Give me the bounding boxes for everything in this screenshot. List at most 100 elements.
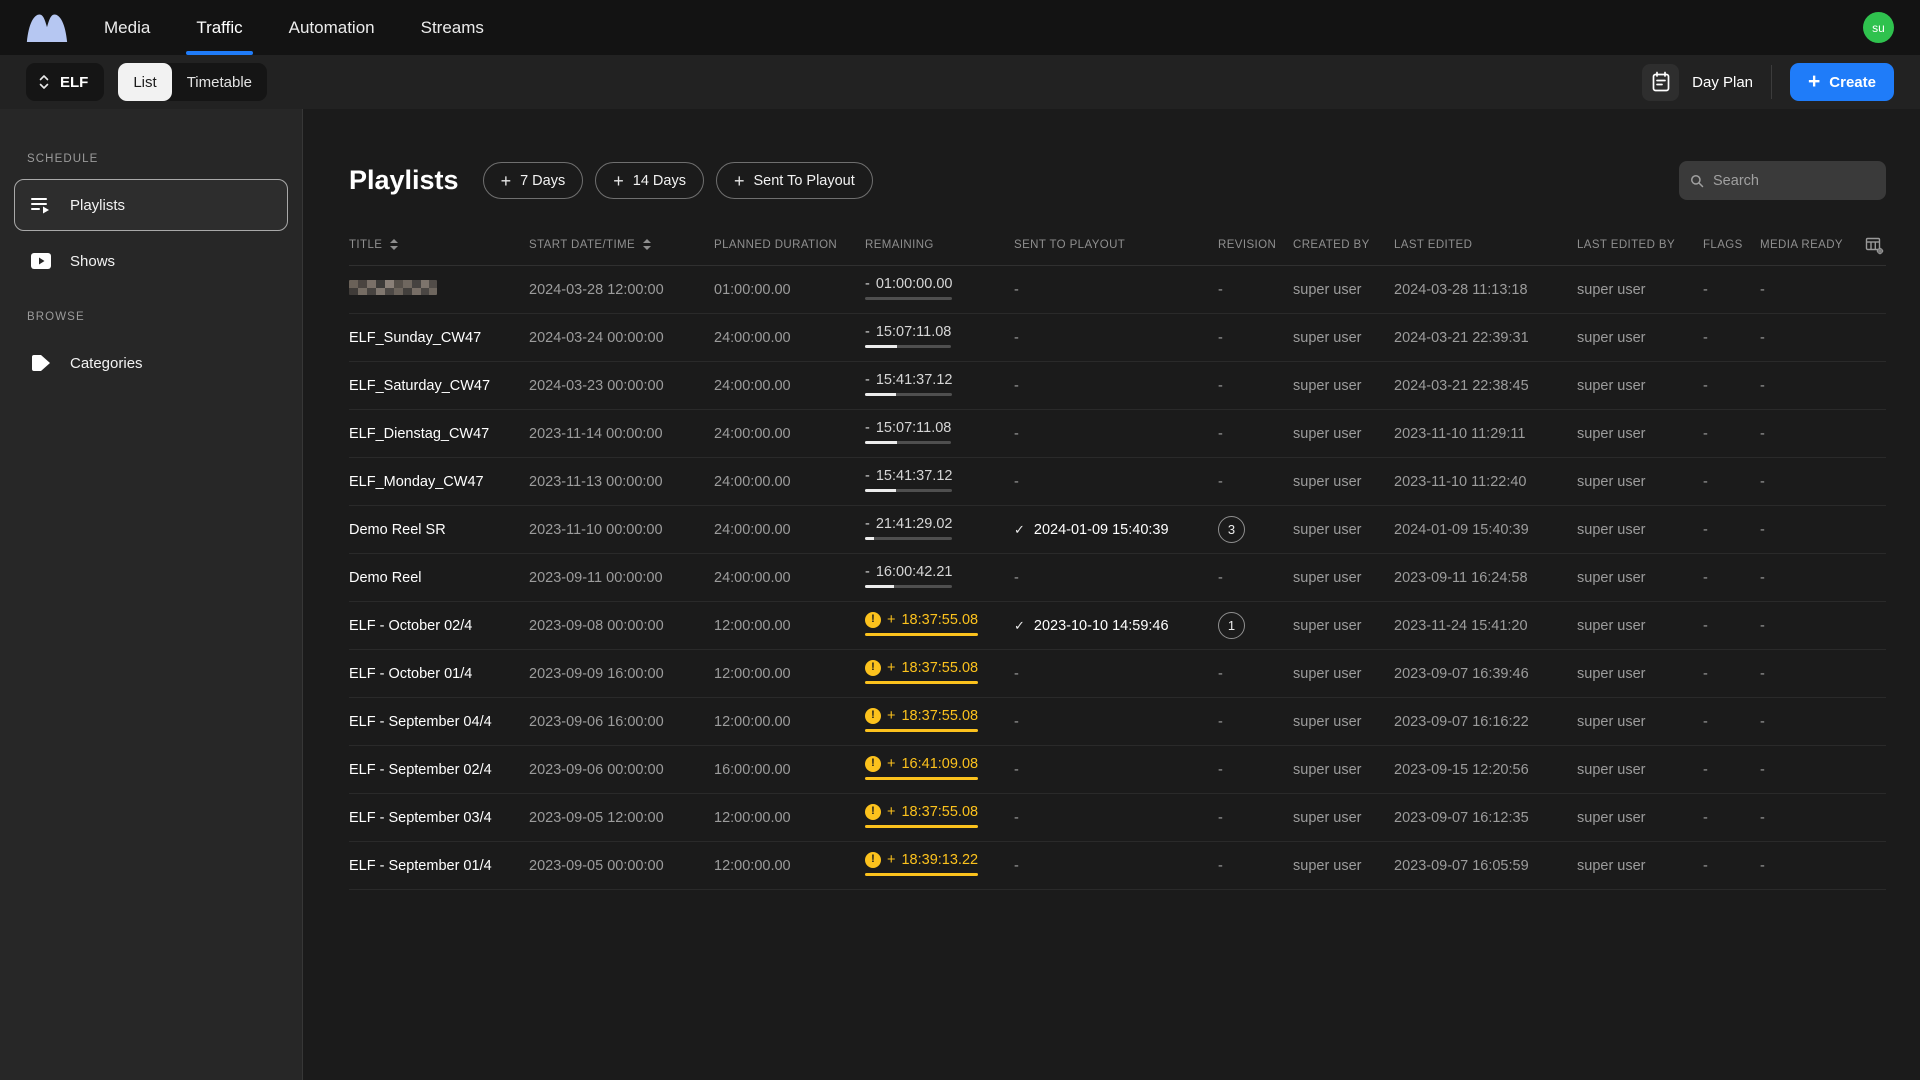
nav-tab-traffic[interactable]: Traffic (186, 0, 253, 55)
channel-selector[interactable]: ELF (26, 63, 105, 101)
table-row[interactable]: Demo Reel SR 2023-11-10 00:00:00 24:00:0… (349, 506, 1886, 554)
column-header[interactable]: TITLE (349, 239, 529, 251)
cell-revision: - (1218, 665, 1223, 682)
cell-title: ELF - October 02/4 (349, 617, 473, 634)
warning-icon: ! (865, 611, 881, 628)
playlists-table: TITLE START DATE/TIME PLANNED DURATION REMA… (349, 224, 1886, 890)
cell-sent-to-playout: ✓ - (1014, 761, 1019, 778)
column-settings-icon[interactable] (1865, 236, 1884, 255)
cell-created-by: super user (1293, 857, 1362, 874)
cell-last-edited-by: super user (1577, 569, 1646, 586)
table-row[interactable]: ELF_Saturday_CW47 2024-03-23 00:00:00 24… (349, 362, 1886, 410)
cell-title: ELF_Saturday_CW47 (349, 377, 491, 394)
add-7-days-button[interactable]: + 7 Days (482, 162, 584, 199)
cell-flags: - (1703, 665, 1708, 682)
table-row[interactable]: ELF_Monday_CW47 2023-11-13 00:00:00 24:0… (349, 458, 1886, 506)
day-plan-button[interactable]: Day Plan (1642, 63, 1753, 101)
cell-planned-duration: 16:00:00.00 (714, 761, 791, 778)
cell-created-by: super user (1293, 473, 1362, 490)
search-box[interactable] (1679, 161, 1886, 200)
playlists-icon (30, 195, 52, 215)
table-row[interactable]: ELF - October 02/4 2023-09-08 00:00:00 1… (349, 602, 1886, 650)
column-header: CREATED BY (1293, 238, 1370, 251)
cell-flags: - (1703, 473, 1708, 490)
remaining-progress-bar (865, 680, 979, 684)
create-button-label: Create (1829, 73, 1876, 91)
sub-toolbar: ELF List Timetable Day Plan + Create (0, 55, 1920, 109)
plus-icon: + (1808, 69, 1821, 93)
cell-remaining: ! +18:37:55.08 (865, 803, 1014, 832)
cell-flags: - (1703, 425, 1708, 442)
table-row[interactable]: 2024-03-28 12:00:00 01:00:00.00 ! -01:00… (349, 266, 1886, 314)
cell-planned-duration: 12:00:00.00 (714, 617, 791, 634)
cell-last-edited-by: super user (1577, 521, 1646, 538)
column-header[interactable]: START DATE/TIME (529, 239, 714, 251)
app-logo-icon[interactable] (26, 12, 68, 44)
cell-title: ELF - September 04/4 (349, 713, 492, 730)
nav-tab-automation[interactable]: Automation (289, 0, 375, 55)
table-row[interactable]: ELF_Sunday_CW47 2024-03-24 00:00:00 24:0… (349, 314, 1886, 362)
create-button[interactable]: + Create (1790, 63, 1894, 101)
remaining-progress-bar (865, 728, 979, 732)
cell-media-ready: - (1760, 617, 1765, 634)
table-body: 2024-03-28 12:00:00 01:00:00.00 ! -01:00… (349, 266, 1886, 890)
table-row[interactable]: ELF - September 04/4 2023-09-06 16:00:00… (349, 698, 1886, 746)
cell-title: ELF_Sunday_CW47 (349, 329, 482, 346)
table-row[interactable]: ELF - September 01/4 2023-09-05 00:00:00… (349, 842, 1886, 890)
view-toggle: List Timetable (118, 63, 267, 101)
day-plan-calendar-icon (1652, 71, 1670, 92)
cell-planned-duration: 12:00:00.00 (714, 665, 791, 682)
add-14-days-button[interactable]: + 14 Days (595, 162, 704, 199)
cell-flags: - (1703, 617, 1708, 634)
cell-planned-duration: 24:00:00.00 (714, 425, 791, 442)
table-row[interactable]: ELF_Dienstag_CW47 2023-11-14 00:00:00 24… (349, 410, 1886, 458)
sidebar-item-label: Shows (70, 252, 116, 270)
sidebar-item-categories[interactable]: Categories (14, 337, 288, 389)
cell-start-date: 2023-09-11 00:00:00 (529, 569, 663, 586)
nav-tab-streams[interactable]: Streams (421, 0, 484, 55)
cell-sent-to-playout: ✓ - (1014, 425, 1019, 442)
table-row[interactable]: ELF - October 01/4 2023-09-09 16:00:00 1… (349, 650, 1886, 698)
cell-start-date: 2023-09-08 00:00:00 (529, 617, 664, 634)
cell-last-edited: 2024-01-09 15:40:39 (1394, 521, 1529, 538)
cell-flags: - (1703, 569, 1708, 586)
cell-start-date: 2023-09-06 16:00:00 (529, 713, 664, 730)
column-header: REMAINING (865, 238, 934, 251)
view-toggle-list[interactable]: List (118, 63, 172, 101)
cell-remaining: ! -15:41:37.12 (865, 372, 1014, 400)
table-row[interactable]: ELF - September 03/4 2023-09-05 12:00:00… (349, 794, 1886, 842)
nav-tab-media[interactable]: Media (104, 0, 150, 55)
cell-created-by: super user (1293, 809, 1362, 826)
toolbar-divider (1771, 65, 1773, 99)
add-sent-to-playout-button[interactable]: + Sent To Playout (715, 162, 873, 199)
cell-revision: 1 (1218, 612, 1293, 639)
sidebar-section-schedule: SCHEDULE (27, 153, 99, 165)
plus-icon: + (613, 170, 624, 191)
cell-last-edited-by: super user (1577, 473, 1646, 490)
cell-revision: - (1218, 281, 1223, 298)
cell-start-date: 2024-03-24 00:00:00 (529, 329, 664, 346)
user-avatar[interactable]: su (1863, 12, 1894, 43)
view-toggle-timetable[interactable]: Timetable (172, 63, 267, 101)
cell-title: ELF - September 01/4 (349, 857, 492, 874)
sidebar-item-shows[interactable]: Shows (14, 235, 288, 287)
cell-sent-to-playout: ✓ 2023-10-10 14:59:46 (1014, 617, 1169, 634)
cell-planned-duration: 24:00:00.00 (714, 569, 791, 586)
cell-flags: - (1703, 281, 1708, 298)
cell-media-ready: - (1760, 281, 1765, 298)
sort-icon[interactable] (643, 239, 652, 250)
table-row[interactable]: ELF - September 02/4 2023-09-06 00:00:00… (349, 746, 1886, 794)
cell-title: ELF - September 02/4 (349, 761, 492, 778)
sidebar-item-playlists[interactable]: Playlists (14, 179, 288, 231)
cell-revision: - (1218, 569, 1223, 586)
table-row[interactable]: Demo Reel 2023-09-11 00:00:00 24:00:00.0… (349, 554, 1886, 602)
cell-created-by: super user (1293, 761, 1362, 778)
cell-flags: - (1703, 713, 1708, 730)
sort-icon[interactable] (390, 239, 399, 250)
cell-last-edited-by: super user (1577, 665, 1646, 682)
cell-planned-duration: 12:00:00.00 (714, 809, 791, 826)
cell-sent-to-playout: ✓ - (1014, 473, 1019, 490)
page-title: Playlists (349, 165, 459, 195)
cell-media-ready: - (1760, 425, 1765, 442)
search-input[interactable] (1713, 172, 1875, 189)
